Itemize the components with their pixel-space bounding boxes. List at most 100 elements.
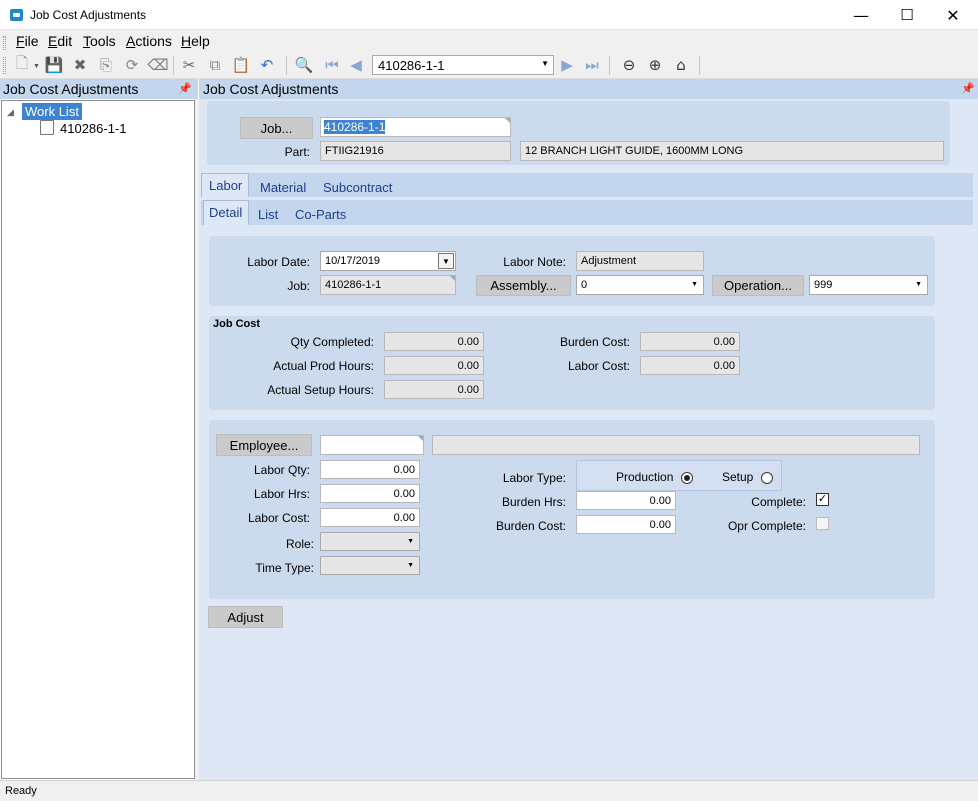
new-icon[interactable]: 🗋 <box>12 54 32 75</box>
menu-edit[interactable]: Edit <box>48 33 72 49</box>
labor-note-label: Labor Note: <box>503 255 566 269</box>
operation-button[interactable]: Operation... <box>712 275 804 296</box>
employee-button[interactable]: Employee... <box>216 434 312 456</box>
qty-completed-field: 0.00 <box>384 332 484 351</box>
burden-cost-field: 0.00 <box>640 332 740 351</box>
time-type-combo[interactable]: ▼ <box>320 556 420 575</box>
part-label: Part: <box>284 145 310 159</box>
save-icon[interactable]: 💾 <box>44 55 64 75</box>
cut-icon[interactable]: ✂ <box>179 55 199 75</box>
complete-checkbox[interactable]: ✓ <box>816 493 829 506</box>
menu-file[interactable]: File <box>16 33 39 49</box>
calendar-dropdown-icon[interactable]: ▼ <box>438 253 454 269</box>
actual-setup-hours-field: 0.00 <box>384 380 484 399</box>
tab-labor[interactable]: Labor <box>209 178 242 193</box>
subtab-co-parts[interactable]: Co-Parts <box>295 207 346 222</box>
tree-collapse-icon[interactable]: ◢ <box>7 107 14 118</box>
production-radio[interactable] <box>681 472 693 484</box>
burden-hrs-input[interactable]: 0.00 <box>576 491 676 510</box>
operation-combo[interactable]: 999 ▼ <box>809 275 928 295</box>
toolbar-separator <box>699 56 700 75</box>
tree-root-work-list[interactable]: Work List <box>22 103 82 120</box>
delete-icon[interactable]: ✖ <box>70 55 90 75</box>
record-navigator-combo[interactable]: 410286-1-1 ▼ <box>372 55 554 75</box>
job-cost-title: Job Cost <box>213 318 261 330</box>
undo-icon[interactable]: ↶ <box>257 55 277 75</box>
pin-icon[interactable]: 📌 <box>961 82 975 95</box>
labor-date-label: Labor Date: <box>247 255 310 269</box>
assembly-button[interactable]: Assembly... <box>476 275 571 296</box>
opr-complete-checkbox[interactable] <box>816 517 829 530</box>
forward-icon[interactable]: ⊕ <box>645 55 665 75</box>
tree-item-job[interactable]: 410286-1-1 <box>60 121 127 136</box>
minimize-button[interactable]: — <box>838 0 884 30</box>
title-bar <box>0 0 978 30</box>
role-combo[interactable]: ▼ <box>320 532 420 551</box>
chevron-down-icon: ▼ <box>541 59 549 68</box>
subtab-list[interactable]: List <box>258 207 278 222</box>
tab-subcontract[interactable]: Subcontract <box>323 180 392 195</box>
attachment-icon[interactable]: ⎘ <box>96 55 116 75</box>
last-record-icon[interactable]: ⏭ <box>582 55 602 75</box>
previous-record-icon[interactable]: ◀ <box>346 55 366 75</box>
paste-icon[interactable]: 📋 <box>231 55 251 75</box>
toolbar-separator <box>609 56 610 75</box>
tab-material[interactable]: Material <box>260 180 306 195</box>
refresh-icon[interactable]: ⟳ <box>122 55 142 75</box>
part-number-field: FTIIG21916 <box>320 141 511 161</box>
burden-cost-input[interactable]: 0.00 <box>576 515 676 534</box>
labor-hrs-label: Labor Hrs: <box>253 487 310 501</box>
menu-grip <box>3 36 6 50</box>
job-button[interactable]: Job... <box>240 117 313 139</box>
production-label: Production <box>616 470 674 484</box>
job-input[interactable]: 410286-1-1 <box>320 117 511 137</box>
menu-help[interactable]: Help <box>181 33 210 49</box>
assembly-combo[interactable]: 0 ▼ <box>576 275 704 295</box>
labor-hrs-input[interactable]: 0.00 <box>320 484 420 503</box>
subtab-detail[interactable]: Detail <box>209 205 242 220</box>
role-label: Role: <box>285 537 314 551</box>
status-text: Ready <box>5 785 37 797</box>
pin-icon[interactable]: 📌 <box>178 82 192 95</box>
actual-prod-hours-label: Actual Prod Hours: <box>273 359 374 373</box>
chevron-down-icon: ▼ <box>915 281 922 288</box>
labor-cost-input[interactable]: 0.00 <box>320 508 420 527</box>
burden-cost-label: Burden Cost: <box>559 335 630 349</box>
clear-icon[interactable]: ⌫ <box>147 55 168 75</box>
labor-date-picker[interactable]: 10/17/2019 ▼ <box>320 251 456 271</box>
part-description-field: 12 BRANCH LIGHT GUIDE, 1600MM LONG <box>520 141 944 161</box>
labor-detail-panel <box>209 236 935 306</box>
close-button[interactable]: ✕ <box>930 0 976 30</box>
first-record-icon[interactable]: ⏮ <box>322 55 342 75</box>
setup-label: Setup <box>722 470 754 484</box>
toolbar-grip <box>3 57 6 74</box>
labor-qty-input[interactable]: 0.00 <box>320 460 420 479</box>
chevron-down-icon: ▼ <box>407 538 414 545</box>
tree-panel-header: Job Cost Adjustments <box>0 79 198 99</box>
menu-tools[interactable]: Tools <box>83 33 116 49</box>
back-icon[interactable]: ⊖ <box>619 55 639 75</box>
qty-completed-label: Qty Completed: <box>290 335 374 349</box>
labor-cost-label: Labor Cost: <box>567 359 630 373</box>
adjust-button[interactable]: Adjust <box>208 606 283 628</box>
app-icon <box>10 9 23 21</box>
home-icon[interactable]: ⌂ <box>671 55 691 75</box>
labor-note-field[interactable]: Adjustment <box>576 251 704 271</box>
next-record-icon[interactable]: ▶ <box>557 55 577 75</box>
setup-radio[interactable] <box>761 472 773 484</box>
labor-cost-entry-label: Labor Cost: <box>247 511 310 525</box>
window-title: Job Cost Adjustments <box>30 8 147 22</box>
employee-name-field <box>432 435 920 455</box>
copy-icon[interactable]: ⧉ <box>205 55 225 75</box>
opr-complete-label: Opr Complete: <box>727 519 806 533</box>
clipboard-icon <box>40 120 54 135</box>
employee-id-input[interactable] <box>320 435 424 455</box>
labor-qty-label: Labor Qty: <box>253 463 310 477</box>
labor-cost-field: 0.00 <box>640 356 740 375</box>
search-icon[interactable]: 🔍 <box>294 55 314 75</box>
actual-prod-hours-field: 0.00 <box>384 356 484 375</box>
menu-actions[interactable]: Actions <box>126 33 172 49</box>
new-dropdown-icon[interactable]: ▼ <box>33 63 40 70</box>
status-bar: Ready <box>0 780 978 801</box>
maximize-button[interactable]: ☐ <box>884 0 930 30</box>
